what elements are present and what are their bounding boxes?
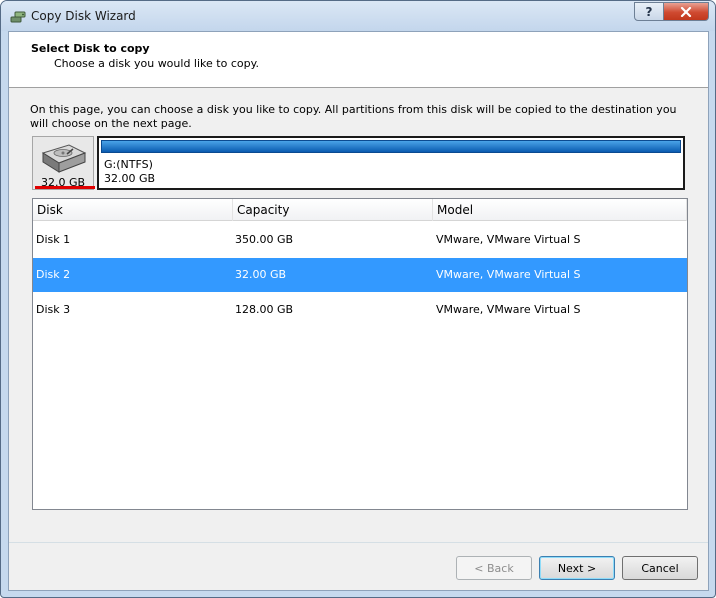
disk-cell: Disk 2 bbox=[36, 268, 71, 281]
column-header-model[interactable]: Model bbox=[433, 199, 687, 221]
capacity-cell: 128.00 GB bbox=[235, 303, 294, 316]
back-button[interactable]: < Back bbox=[456, 556, 532, 580]
title-bar[interactable]: Copy Disk Wizard ? bbox=[1, 1, 715, 31]
disk-tile[interactable]: 32.0 GB bbox=[32, 136, 95, 190]
column-header-capacity[interactable]: Capacity bbox=[233, 199, 433, 221]
partition-block[interactable]: G:(NTFS) 32.00 GB bbox=[97, 136, 685, 190]
disk-cell: Disk 3 bbox=[36, 303, 71, 316]
disk-selected-marker bbox=[35, 186, 95, 189]
table-row[interactable]: Disk 3 128.00 GB VMware, VMware Virtual … bbox=[33, 293, 687, 327]
partition-name: G:(NTFS) bbox=[104, 158, 153, 171]
capacity-cell: 350.00 GB bbox=[235, 233, 294, 246]
disk-list[interactable]: Disk Capacity Model Disk 1 350.00 GB VMw… bbox=[32, 198, 688, 510]
capacity-cell: 32.00 GB bbox=[235, 268, 287, 281]
cancel-button[interactable]: Cancel bbox=[622, 556, 698, 580]
copy-disk-wizard-window: Copy Disk Wizard ? Select Disk to copy C… bbox=[0, 0, 716, 598]
disk-map: 32.0 GB G:(NTFS) 32.00 GB bbox=[32, 136, 685, 191]
disk-copy-icon bbox=[10, 11, 26, 23]
next-button[interactable]: Next > bbox=[539, 556, 615, 580]
model-cell: VMware, VMware Virtual S bbox=[436, 303, 581, 316]
close-icon bbox=[680, 6, 692, 17]
model-cell: VMware, VMware Virtual S bbox=[436, 268, 581, 281]
table-row[interactable]: Disk 1 350.00 GB VMware, VMware Virtual … bbox=[33, 223, 687, 257]
table-row[interactable]: Disk 2 32.00 GB VMware, VMware Virtual S bbox=[33, 258, 687, 292]
footer-divider bbox=[9, 542, 708, 543]
info-text: On this page, you can choose a disk you … bbox=[30, 103, 677, 130]
page-title: Select Disk to copy bbox=[31, 42, 150, 55]
close-button[interactable] bbox=[663, 2, 709, 21]
hard-disk-icon bbox=[41, 144, 87, 173]
model-cell: VMware, VMware Virtual S bbox=[436, 233, 581, 246]
wizard-header: Select Disk to copy Choose a disk you wo… bbox=[9, 32, 708, 88]
page-subtitle: Choose a disk you would like to copy. bbox=[54, 57, 260, 70]
partition-size: 32.00 GB bbox=[104, 172, 156, 185]
help-icon: ? bbox=[645, 4, 653, 19]
column-header-disk[interactable]: Disk bbox=[33, 199, 233, 221]
help-button[interactable]: ? bbox=[634, 2, 664, 21]
window-title: Copy Disk Wizard bbox=[31, 9, 136, 23]
disk-cell: Disk 1 bbox=[36, 233, 71, 246]
partition-usage-bar bbox=[101, 140, 681, 153]
wizard-client-area: Select Disk to copy Choose a disk you wo… bbox=[8, 31, 709, 591]
list-header: Disk Capacity Model bbox=[33, 199, 687, 221]
